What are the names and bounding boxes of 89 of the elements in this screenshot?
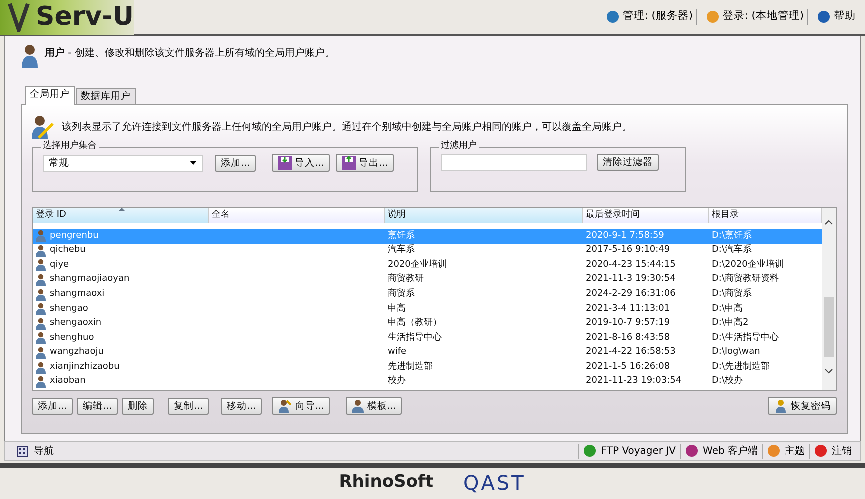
table-cell-text: pengrenbu [50, 230, 99, 243]
action-button[interactable]: 编辑... [77, 398, 118, 414]
column-header[interactable]: 根目录 [709, 208, 822, 223]
table-cell-text: 商贸教研 [388, 273, 424, 286]
table-cell-text: 2021-4-22 16:58:53 [586, 346, 676, 360]
table-cell-text: shangmaoxi [50, 288, 105, 301]
action-button[interactable]: 向导... [272, 397, 330, 415]
table-cell-text: 申高 [388, 302, 406, 316]
table-cell-text: 2020企业培训 [388, 258, 447, 272]
table-cell-text: D:\申高 [712, 302, 743, 316]
group-label: 过滤用户 [439, 141, 479, 152]
column-header[interactable]: 说明 [385, 208, 583, 223]
page-title: 用户 - 创建、修改和删除该文件服务器上所有域的全局用户账户。 [45, 46, 335, 61]
action-button[interactable]: 复制... [168, 398, 210, 414]
table-row[interactable]: shengaoxin 申高（教研） 2019-10-7 9:57:19 D:\申高2 [33, 316, 822, 332]
app-logo: Serv-U [36, 4, 134, 30]
table-row[interactable]: shengao 申高 2021-3-4 11:13:01 D:\申高 [33, 302, 822, 317]
sponsor-logo: RhinoSoft [339, 471, 434, 494]
clear-filter-button[interactable]: 清除过滤器 [597, 154, 659, 171]
table-cell-text: 先进制造部 [388, 360, 433, 374]
table-cell-text: 2019-10-7 9:57:19 [586, 317, 670, 330]
table-cell-text: 2021-11-23 19:03:54 [586, 375, 682, 388]
table-cell-text: D:\生活指导中心 [712, 332, 779, 345]
toolbar-button[interactable]: 帮助 [814, 9, 859, 25]
column-header[interactable]: 最后登录时间 [583, 208, 709, 223]
table-cell-text: 2017-5-16 9:10:49 [586, 244, 670, 258]
navigation-label[interactable]: 导航 [34, 444, 54, 458]
dialog-button[interactable]: 导出... [336, 154, 394, 172]
action-button[interactable]: 恢复密码 [768, 397, 837, 415]
table-cell-text: shangmaojiaoyan [50, 273, 130, 286]
tab[interactable]: 数据库用户 [76, 88, 136, 104]
table-cell-text: 2021-8-16 8:43:58 [586, 332, 670, 345]
table-cell-text: qichebu [50, 244, 86, 258]
table-row[interactable]: xianjinzhizaobu 先进制造部 2021-1-5 16:26:08 D:\先进制造部 [33, 360, 822, 375]
table-cell-text: 生活指导中心 [388, 332, 442, 345]
table-cell-text: 2020-9-1 7:58:59 [586, 230, 664, 243]
table-row[interactable]: wangzhaoju wife 2021-4-22 16:58:53 D:\log\wan [33, 346, 822, 360]
table-cell-text: 2021-1-5 16:26:08 [586, 360, 670, 374]
table-cell-text: D:\汽车系 [712, 244, 752, 258]
table-cell-text: wangzhaoju [50, 346, 104, 360]
table-cell-text: xiaoban [50, 375, 86, 388]
table-cell-text: D:\烹饪系 [712, 230, 752, 243]
action-button[interactable]: 删除 [122, 398, 154, 414]
table-cell-text: D:\申高2 [712, 317, 749, 330]
table-row[interactable]: shangmaoxi 商贸系 2024-2-29 16:31:06 D:\商贸系 [33, 287, 822, 302]
table-cell-text: 2020-4-23 15:44:15 [586, 258, 676, 272]
status-button[interactable]: FTP Voyager JV [578, 444, 680, 458]
status-button[interactable]: 注销 [809, 444, 856, 458]
sponsor-logo: QAST [463, 470, 526, 497]
table-cell-text: 汽车系 [388, 244, 415, 258]
table-cell-text: 商贸系 [388, 288, 415, 301]
table-cell-text: shenghuo [50, 332, 94, 345]
table-cell-text: D:\商贸系 [712, 288, 752, 301]
table-cell-text: shengaoxin [50, 317, 102, 330]
table-cell-text: wife [388, 346, 407, 360]
toolbar-button[interactable]: 登录: (本地管理) [702, 9, 808, 25]
dialog-button[interactable]: 添加... [215, 154, 256, 172]
dialog-button[interactable]: 导入... [272, 154, 330, 172]
table-row[interactable]: shenghuo 生活指导中心 2021-8-16 8:43:58 D:\生活指导中心 [33, 331, 822, 346]
table-row[interactable]: qiye 2020企业培训 2020-4-23 15:44:15 D:\2020企业培训 [33, 258, 822, 273]
table-cell-text: 2021-3-4 11:13:01 [586, 302, 670, 316]
collection-dropdown[interactable]: 常规 [43, 154, 203, 172]
table-cell-text: 校办 [388, 375, 406, 388]
table-row[interactable]: xiaoban 校办 2021-11-23 19:03:54 D:\校办 [33, 374, 822, 390]
column-header[interactable]: 登录 ID [33, 208, 209, 223]
table-row[interactable]: qichebu 汽车系 2017-5-16 9:10:49 D:\汽车系 [33, 244, 822, 258]
table-row[interactable]: shangmaojiaoyan 商贸教研 2021-11-3 19:30:54 D:\商贸教研资料 [33, 272, 822, 288]
table-cell-text: D:\2020企业培训 [712, 258, 784, 272]
table-cell-text: 烹饪系 [388, 230, 415, 243]
table-cell-text: xianjinzhizaobu [50, 360, 120, 374]
status-button[interactable]: 主题 [762, 444, 809, 458]
table-cell-text: D:\校办 [712, 375, 743, 388]
toolbar-button[interactable]: 管理: (服务器) [602, 9, 697, 25]
description-text: 该列表显示了允许连接到文件服务器上任何域的全局用户账户。通过在个别域中创建与全局账户相同的账户，可以覆盖全局账户。 [62, 120, 632, 134]
action-button[interactable]: 添加... [32, 398, 74, 414]
table-cell-text: D:\商贸教研资料 [712, 273, 779, 286]
action-button[interactable]: 模板... [346, 397, 402, 415]
action-button[interactable]: 移动... [221, 398, 262, 414]
tab[interactable]: 全局用户 [25, 86, 75, 105]
table-cell-text: 申高（教研） [388, 317, 442, 330]
table-cell-text: D:\log\wan [712, 346, 760, 360]
table-cell-text: qiye [50, 258, 70, 272]
group-label: 选择用户集合 [41, 141, 99, 152]
table-cell-text: 2024-2-29 16:31:06 [586, 288, 676, 301]
table-cell-text: shengao [50, 302, 88, 316]
status-button[interactable]: Web 客户端 [680, 444, 762, 458]
column-header[interactable]: 全名 [209, 208, 385, 223]
table-cell-text: D:\先进制造部 [712, 360, 770, 374]
table-cell-text: 2021-11-3 19:30:54 [586, 273, 676, 286]
